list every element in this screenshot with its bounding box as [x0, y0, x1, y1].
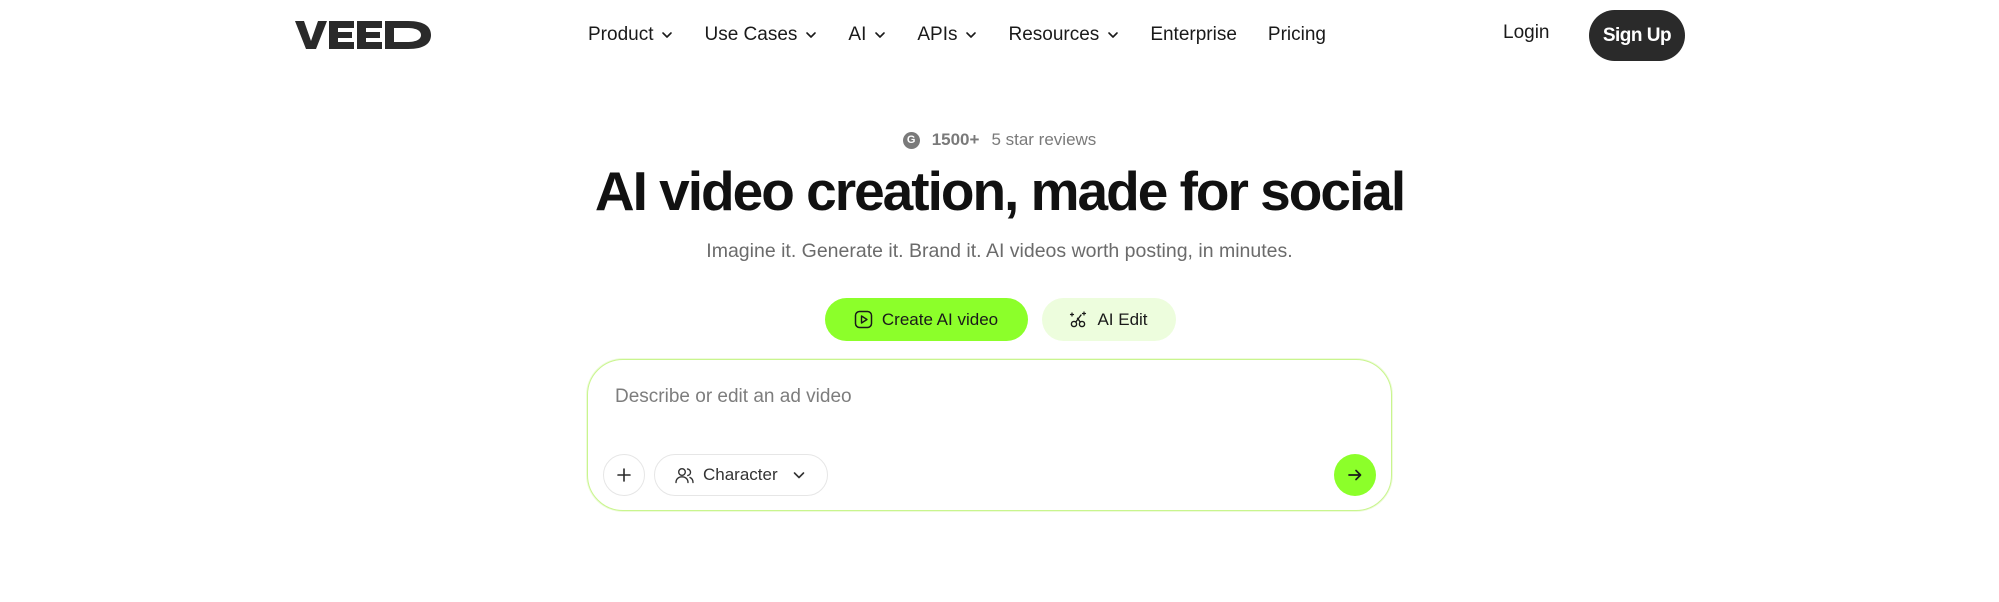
reviews-count: 1500+: [931, 130, 980, 149]
chevron-down-icon: [806, 32, 817, 38]
nav-item-label: Product: [588, 24, 654, 45]
nav-item-ai[interactable]: AI: [848, 24, 886, 46]
nav-item-label: Resources: [1008, 24, 1100, 45]
ai-edit-button[interactable]: AI Edit: [1041, 298, 1176, 341]
hero-subheadline: Imagine it. Generate it. Brand it. AI vi…: [706, 240, 1293, 262]
nav-item-apis[interactable]: APIs: [917, 24, 977, 46]
character-select[interactable]: Character: [654, 454, 828, 496]
login-link[interactable]: Login: [1503, 22, 1550, 44]
nav-item-enterprise[interactable]: Enterprise: [1150, 24, 1237, 46]
hero-headline: AI video creation, made for social: [594, 160, 1406, 222]
chevron-down-icon: [662, 32, 673, 38]
chevron-down-icon: [875, 32, 886, 38]
nav-item-use-cases[interactable]: Use Cases: [704, 24, 817, 46]
create-ai-video-label: Create AI video: [881, 309, 999, 329]
plus-icon: [617, 468, 631, 482]
sign-up-button[interactable]: Sign Up: [1589, 10, 1685, 61]
nav-item-pricing[interactable]: Pricing: [1268, 24, 1326, 46]
chevron-down-icon: [792, 468, 806, 482]
play-square-icon: [854, 310, 873, 329]
nav-item-resources[interactable]: Resources: [1008, 24, 1119, 46]
top-nav: Product Use Cases AI APIs Resources Ente…: [0, 0, 1999, 70]
veed-logo[interactable]: [295, 18, 432, 52]
nav-item-label: APIs: [917, 24, 958, 45]
veed-logo-icon: [295, 21, 431, 49]
chevron-down-icon: [966, 32, 977, 38]
reviews-text: 5 star reviews: [991, 130, 1097, 149]
mode-toggle: Create AI video AI Edit: [0, 298, 1999, 341]
add-button[interactable]: [603, 454, 645, 496]
nav-item-label: Enterprise: [1150, 24, 1237, 45]
chevron-down-icon: [1108, 32, 1119, 38]
nav-item-label: Pricing: [1267, 24, 1326, 45]
arrow-right-icon: [1348, 469, 1362, 481]
create-ai-video-button[interactable]: Create AI video: [824, 298, 1028, 341]
prompt-box: Character: [587, 359, 1392, 511]
prompt-input[interactable]: [615, 382, 1335, 412]
magic-scissors-icon: [1069, 310, 1088, 329]
g-review-icon: G: [902, 131, 920, 149]
character-label: Character: [703, 465, 778, 484]
submit-button[interactable]: [1334, 454, 1376, 496]
ai-edit-label: AI Edit: [1097, 309, 1148, 329]
nav-item-product[interactable]: Product: [588, 24, 673, 46]
nav-item-label: Use Cases: [704, 24, 798, 45]
nav-item-label: AI: [848, 24, 867, 45]
main-menu: Product Use Cases AI APIs Resources Ente…: [588, 20, 1357, 50]
reviews-badge: G 1500+ 5 star reviews: [0, 130, 1999, 150]
people-icon: [675, 467, 694, 484]
